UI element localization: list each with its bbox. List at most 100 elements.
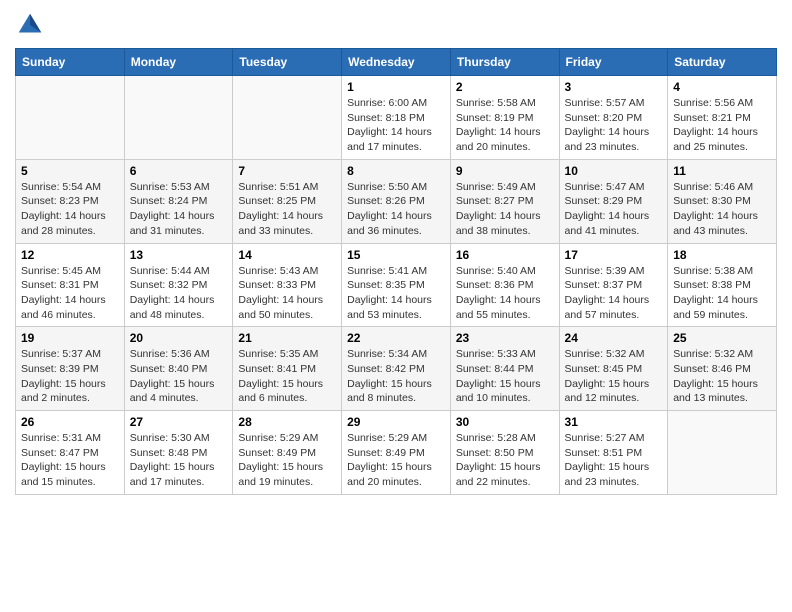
calendar-cell: 16Sunrise: 5:40 AM Sunset: 8:36 PM Dayli…: [450, 243, 559, 327]
day-number: 23: [456, 331, 554, 345]
logo-icon: [15, 10, 45, 40]
calendar-cell: 24 Sunrise: 5:32 AM Sunset: 8:45 PM Dayli…: [559, 327, 668, 411]
day-number: 27: [130, 415, 228, 429]
header-sunday: Sunday: [16, 49, 125, 76]
day-number: 7: [238, 164, 336, 178]
day-info: Sunrise: 5:34 AM Sunset: 8:42 PM Dayligh…: [347, 347, 445, 406]
day-info: Sunrise: 5:29 AM Sunset: 8:49 PM Dayligh…: [238, 431, 336, 490]
day-info: Sunrise: 5:32 AM Sunset: 8:46 PM Dayligh…: [673, 347, 771, 406]
header-saturday: Saturday: [668, 49, 777, 76]
calendar-cell: 29 Sunrise: 5:29 AM Sunset: 8:49 PM Dayli…: [342, 411, 451, 495]
calendar-cell: 31 Sunrise: 5:27 AM Sunset: 8:51 PM Dayli…: [559, 411, 668, 495]
day-number: 11: [673, 164, 771, 178]
day-number: 6: [130, 164, 228, 178]
calendar-table: SundayMondayTuesdayWednesdayThursdayFrid…: [15, 48, 777, 495]
day-number: 8: [347, 164, 445, 178]
day-number: 22: [347, 331, 445, 345]
week-row-2: 5 Sunrise: 5:54 AM Sunset: 8:23 PM Daylig…: [16, 159, 777, 243]
day-number: 19: [21, 331, 119, 345]
day-number: 28: [238, 415, 336, 429]
header-thursday: Thursday: [450, 49, 559, 76]
day-info: Sunrise: 5:58 AM Sunset: 8:19 PM Dayligh…: [456, 96, 554, 155]
day-number: 29: [347, 415, 445, 429]
calendar-cell: [668, 411, 777, 495]
calendar-cell: 6 Sunrise: 5:53 AM Sunset: 8:24 PM Daylig…: [124, 159, 233, 243]
day-info: Sunrise: 5:37 AM Sunset: 8:39 PM Dayligh…: [21, 347, 119, 406]
day-number: 30: [456, 415, 554, 429]
day-number: 25: [673, 331, 771, 345]
header-tuesday: Tuesday: [233, 49, 342, 76]
day-number: 10: [565, 164, 663, 178]
day-number: 2: [456, 80, 554, 94]
day-info: Sunrise: 5:30 AM Sunset: 8:48 PM Dayligh…: [130, 431, 228, 490]
calendar-cell: [124, 76, 233, 160]
day-info: Sunrise: 5:32 AM Sunset: 8:45 PM Dayligh…: [565, 347, 663, 406]
day-number: 24: [565, 331, 663, 345]
day-info: Sunrise: 5:44 AM Sunset: 8:32 PM Dayligh…: [130, 264, 228, 323]
calendar-cell: 10 Sunrise: 5:47 AM Sunset: 8:29 PM Dayli…: [559, 159, 668, 243]
day-info: Sunrise: 5:40 AM Sunset: 8:36 PM Dayligh…: [456, 264, 554, 323]
calendar-cell: 20 Sunrise: 5:36 AM Sunset: 8:40 PM Dayli…: [124, 327, 233, 411]
day-number: 17: [565, 248, 663, 262]
day-number: 3: [565, 80, 663, 94]
day-info: Sunrise: 5:53 AM Sunset: 8:24 PM Dayligh…: [130, 180, 228, 239]
day-info: Sunrise: 5:36 AM Sunset: 8:40 PM Dayligh…: [130, 347, 228, 406]
day-number: 15: [347, 248, 445, 262]
calendar-cell: 14Sunrise: 5:43 AM Sunset: 8:33 PM Dayli…: [233, 243, 342, 327]
day-info: Sunrise: 5:28 AM Sunset: 8:50 PM Dayligh…: [456, 431, 554, 490]
logo: [15, 10, 49, 40]
day-number: 4: [673, 80, 771, 94]
day-info: Sunrise: 5:38 AM Sunset: 8:38 PM Dayligh…: [673, 264, 771, 323]
calendar-cell: 26 Sunrise: 5:31 AM Sunset: 8:47 PM Dayli…: [16, 411, 125, 495]
calendar-header-row: SundayMondayTuesdayWednesdayThursdayFrid…: [16, 49, 777, 76]
calendar-cell: 28 Sunrise: 5:29 AM Sunset: 8:49 PM Dayli…: [233, 411, 342, 495]
calendar-cell: 11 Sunrise: 5:46 AM Sunset: 8:30 PM Dayli…: [668, 159, 777, 243]
week-row-4: 19 Sunrise: 5:37 AM Sunset: 8:39 PM Dayli…: [16, 327, 777, 411]
day-info: Sunrise: 5:50 AM Sunset: 8:26 PM Dayligh…: [347, 180, 445, 239]
day-number: 13: [130, 248, 228, 262]
calendar-cell: 19 Sunrise: 5:37 AM Sunset: 8:39 PM Dayli…: [16, 327, 125, 411]
day-info: Sunrise: 5:51 AM Sunset: 8:25 PM Dayligh…: [238, 180, 336, 239]
calendar-cell: 12Sunrise: 5:45 AM Sunset: 8:31 PM Dayli…: [16, 243, 125, 327]
day-info: Sunrise: 5:41 AM Sunset: 8:35 PM Dayligh…: [347, 264, 445, 323]
day-info: Sunrise: 5:39 AM Sunset: 8:37 PM Dayligh…: [565, 264, 663, 323]
day-number: 5: [21, 164, 119, 178]
day-number: 9: [456, 164, 554, 178]
calendar-cell: [16, 76, 125, 160]
calendar-cell: 30 Sunrise: 5:28 AM Sunset: 8:50 PM Dayli…: [450, 411, 559, 495]
calendar-cell: 25 Sunrise: 5:32 AM Sunset: 8:46 PM Dayli…: [668, 327, 777, 411]
day-number: 14: [238, 248, 336, 262]
day-info: Sunrise: 5:31 AM Sunset: 8:47 PM Dayligh…: [21, 431, 119, 490]
calendar-cell: 2 Sunrise: 5:58 AM Sunset: 8:19 PM Daylig…: [450, 76, 559, 160]
calendar-cell: 7 Sunrise: 5:51 AM Sunset: 8:25 PM Daylig…: [233, 159, 342, 243]
calendar-cell: 1Sunrise: 6:00 AM Sunset: 8:18 PM Daylig…: [342, 76, 451, 160]
day-number: 1: [347, 80, 445, 94]
calendar-cell: 3Sunrise: 5:57 AM Sunset: 8:20 PM Daylig…: [559, 76, 668, 160]
header-friday: Friday: [559, 49, 668, 76]
day-number: 21: [238, 331, 336, 345]
header-monday: Monday: [124, 49, 233, 76]
day-number: 31: [565, 415, 663, 429]
calendar-cell: 4Sunrise: 5:56 AM Sunset: 8:21 PM Daylig…: [668, 76, 777, 160]
header-wednesday: Wednesday: [342, 49, 451, 76]
day-number: 20: [130, 331, 228, 345]
calendar-cell: 17 Sunrise: 5:39 AM Sunset: 8:37 PM Dayli…: [559, 243, 668, 327]
calendar-cell: 23 Sunrise: 5:33 AM Sunset: 8:44 PM Dayli…: [450, 327, 559, 411]
calendar-cell: 18 Sunrise: 5:38 AM Sunset: 8:38 PM Dayli…: [668, 243, 777, 327]
day-info: Sunrise: 5:49 AM Sunset: 8:27 PM Dayligh…: [456, 180, 554, 239]
day-number: 18: [673, 248, 771, 262]
day-info: Sunrise: 5:47 AM Sunset: 8:29 PM Dayligh…: [565, 180, 663, 239]
calendar-cell: 27 Sunrise: 5:30 AM Sunset: 8:48 PM Dayli…: [124, 411, 233, 495]
calendar-cell: 13 Sunrise: 5:44 AM Sunset: 8:32 PM Dayli…: [124, 243, 233, 327]
page-header: [15, 10, 777, 40]
calendar-cell: [233, 76, 342, 160]
day-info: Sunrise: 5:35 AM Sunset: 8:41 PM Dayligh…: [238, 347, 336, 406]
calendar-cell: 22 Sunrise: 5:34 AM Sunset: 8:42 PM Dayli…: [342, 327, 451, 411]
day-number: 26: [21, 415, 119, 429]
day-info: Sunrise: 5:46 AM Sunset: 8:30 PM Dayligh…: [673, 180, 771, 239]
calendar-cell: 9 Sunrise: 5:49 AM Sunset: 8:27 PM Daylig…: [450, 159, 559, 243]
day-info: Sunrise: 5:54 AM Sunset: 8:23 PM Dayligh…: [21, 180, 119, 239]
day-info: Sunrise: 5:29 AM Sunset: 8:49 PM Dayligh…: [347, 431, 445, 490]
day-info: Sunrise: 5:33 AM Sunset: 8:44 PM Dayligh…: [456, 347, 554, 406]
day-info: Sunrise: 5:27 AM Sunset: 8:51 PM Dayligh…: [565, 431, 663, 490]
